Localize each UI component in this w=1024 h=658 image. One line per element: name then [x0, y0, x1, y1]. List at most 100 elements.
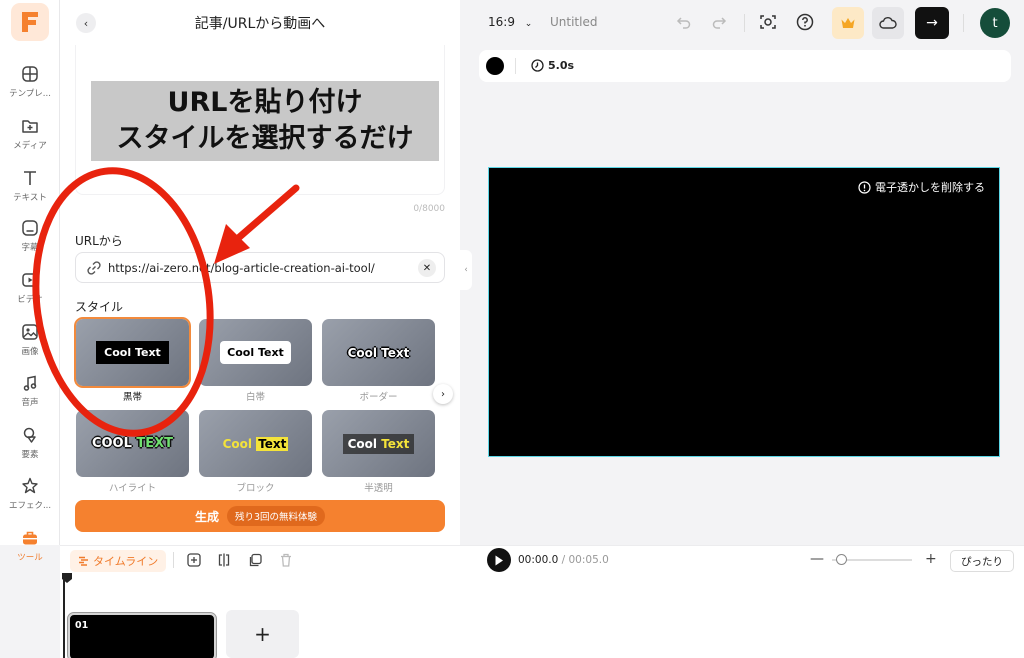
generate-button[interactable]: 生成 残り3回の無料体験: [75, 500, 445, 532]
trash-icon[interactable]: [278, 552, 294, 568]
timeline-icon: [79, 556, 88, 566]
undo-button[interactable]: [674, 12, 694, 32]
style-name: ボーダー: [359, 392, 398, 403]
rail-item-text[interactable]: テキスト: [0, 168, 60, 216]
divider: [173, 552, 174, 568]
top-bar: 16:9 ⌄ Untitled → t: [472, 0, 1024, 45]
screen-capture-button[interactable]: [758, 12, 778, 32]
aspect-ratio-value: 16:9: [488, 15, 515, 29]
app-logo[interactable]: [11, 3, 49, 41]
divider: [963, 14, 964, 32]
tool-panel: 記事/URLから動画へ ‹ URLを貼り付け スタイルを選択するだけ 0/800…: [60, 0, 460, 545]
rail-item-effects[interactable]: エフェク...: [0, 476, 60, 524]
styles-next-button[interactable]: ›: [433, 384, 453, 404]
video-icon: [22, 273, 38, 287]
logo-icon: [22, 12, 38, 32]
panel-header: 記事/URLから動画へ ‹: [60, 0, 460, 45]
style-card-black-band[interactable]: Cool Text: [74, 317, 191, 388]
export-button[interactable]: →: [915, 7, 949, 39]
video-canvas[interactable]: 電子透かしを削除する: [488, 167, 1000, 457]
rail-item-template[interactable]: テンプレ...: [0, 64, 60, 112]
timeline-track-area: 01 +: [60, 573, 1024, 658]
url-label: URLから: [75, 234, 123, 248]
aspect-ratio-select[interactable]: 16:9 ⌄: [488, 15, 532, 29]
zoom-in-button[interactable]: +: [925, 551, 937, 567]
style-name: 半透明: [364, 483, 393, 494]
timeline-clip[interactable]: 01: [67, 612, 217, 658]
split-icon[interactable]: [216, 552, 232, 568]
help-icon: [796, 13, 814, 31]
template-icon: [22, 66, 38, 82]
style-sample: Cool Text: [223, 436, 289, 451]
rail-label: 要素: [21, 450, 39, 460]
clip-number: 01: [75, 620, 89, 631]
style-card-translucent[interactable]: Cool Text: [322, 410, 435, 477]
play-icon: [495, 555, 503, 565]
crown-icon: [841, 18, 855, 28]
url-input[interactable]: https://ai-zero.net/blog-article-creatio…: [75, 252, 445, 283]
style-card-white-band[interactable]: Cool Text: [199, 319, 312, 386]
clear-url-button[interactable]: ✕: [418, 259, 436, 277]
arrow-right-icon: →: [926, 15, 938, 31]
back-button[interactable]: ‹: [76, 13, 96, 33]
duration-control[interactable]: 5.0s: [531, 59, 574, 72]
chevron-right-icon: ›: [441, 388, 445, 400]
playhead-handle[interactable]: [62, 573, 72, 583]
timeline-toggle-button[interactable]: タイムライン: [70, 550, 167, 572]
redo-button[interactable]: [709, 12, 729, 32]
remove-watermark-link[interactable]: 電子透かしを削除する: [858, 179, 985, 195]
fit-button[interactable]: ぴったり: [950, 550, 1014, 572]
zoom-slider-handle[interactable]: [836, 554, 847, 565]
style-name: ブロック: [236, 483, 275, 494]
instruction-banner: URLを貼り付け スタイルを選択するだけ: [91, 81, 439, 161]
rail-item-media[interactable]: メディア: [0, 116, 60, 164]
user-avatar[interactable]: t: [980, 8, 1010, 38]
collapse-panel-handle[interactable]: ‹: [460, 250, 472, 290]
background-color-swatch[interactable]: [486, 57, 504, 75]
char-counter: 0/8000: [413, 204, 445, 214]
rail-label: メディア: [13, 141, 47, 151]
trial-badge: 残り3回の無料体験: [226, 506, 326, 526]
time-display: 00:00.0 / 00:05.0: [518, 554, 609, 566]
redo-icon: [712, 17, 727, 29]
total-time: / 00:05.0: [561, 554, 609, 566]
duplicate-icon[interactable]: [247, 552, 263, 568]
sample-word-b: Text: [381, 436, 410, 451]
rail-item-subtitle[interactable]: 字幕: [0, 218, 60, 266]
rail-item-tools[interactable]: ツール: [0, 528, 60, 576]
style-sample: Cool Text: [342, 433, 415, 454]
article-textarea[interactable]: URLを貼り付け スタイルを選択するだけ: [75, 45, 445, 195]
playhead[interactable]: [62, 573, 72, 658]
add-scene-button[interactable]: +: [226, 610, 299, 658]
rail-item-video[interactable]: ビデオ: [0, 270, 60, 318]
cloud-save-button[interactable]: [872, 7, 904, 39]
rail-item-image[interactable]: 画像: [0, 322, 60, 370]
rail-label: テキスト: [13, 193, 47, 203]
zoom-out-button[interactable]: —: [810, 551, 824, 567]
style-name: 白帯: [245, 392, 265, 403]
rail-item-audio[interactable]: 音声: [0, 373, 60, 421]
premium-button[interactable]: [832, 7, 864, 39]
style-card-highlight[interactable]: COOL TEXT: [76, 410, 189, 477]
effects-icon: [22, 477, 38, 494]
style-name: ハイライト: [108, 483, 157, 494]
link-icon: [87, 260, 101, 275]
document-title[interactable]: Untitled: [550, 15, 597, 29]
rail-item-elements[interactable]: 要素: [0, 425, 60, 473]
image-icon: [22, 324, 38, 340]
banner-line-2: スタイルを選択するだけ: [116, 123, 414, 154]
play-button[interactable]: [487, 548, 511, 572]
add-clip-icon[interactable]: [186, 552, 202, 568]
rail-label: エフェク...: [8, 501, 52, 511]
close-icon: ✕: [422, 262, 432, 274]
media-folder-icon: [22, 120, 38, 133]
clock-icon: [531, 59, 544, 72]
help-button[interactable]: [795, 12, 815, 32]
style-label: スタイル: [75, 300, 124, 314]
style-card-border[interactable]: Cool Text: [322, 319, 435, 386]
editor-app: テンプレ... メディア テキスト 字幕 ビデオ 画像 音声 要素 エフェク..…: [0, 0, 1024, 658]
style-card-block[interactable]: Cool Text: [199, 410, 312, 477]
style-sample: Cool Text: [220, 341, 291, 364]
toolbox-icon: [23, 531, 37, 545]
timeline-label: タイムライン: [93, 555, 159, 568]
